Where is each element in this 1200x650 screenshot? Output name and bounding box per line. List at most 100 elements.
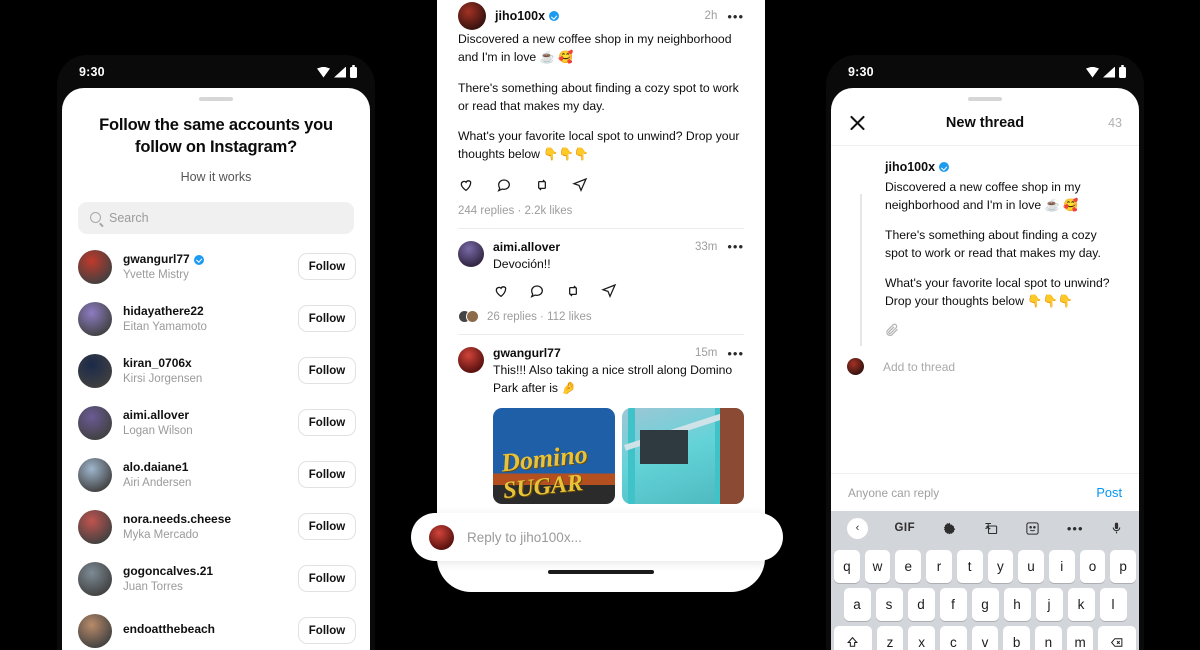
follow-button[interactable]: Follow	[298, 409, 356, 437]
reply-image-gallery[interactable]: Domino SUGAR	[458, 407, 744, 504]
key-g[interactable]: g	[971, 588, 999, 621]
key-y[interactable]: y	[987, 550, 1014, 583]
key-f[interactable]: f	[939, 588, 967, 621]
account-username-label: endoatthebeach	[123, 622, 216, 637]
gallery-thumb[interactable]: Domino SUGAR	[493, 407, 615, 504]
account-row[interactable]: aimi.allover Logan Wilson Follow	[62, 397, 370, 449]
sheet-grabber[interactable]	[199, 97, 233, 101]
follow-button[interactable]: Follow	[298, 565, 356, 593]
key-o[interactable]: o	[1079, 550, 1106, 583]
avatar[interactable]	[78, 405, 112, 440]
paperclip-icon[interactable]	[885, 322, 900, 337]
like-icon[interactable]	[493, 283, 510, 300]
follow-button[interactable]: Follow	[298, 617, 356, 645]
reply-menu-icon[interactable]: •••	[727, 347, 744, 360]
reply-icon[interactable]	[529, 283, 546, 300]
how-it-works-link[interactable]: How it works	[62, 170, 370, 184]
account-row[interactable]: alo.daiane1 Airi Andersen Follow	[62, 449, 370, 501]
key-i[interactable]: i	[1048, 550, 1075, 583]
search-input[interactable]: Search	[78, 201, 354, 234]
account-row[interactable]: kiran_0706x Kirsi Jorgensen Follow	[62, 345, 370, 397]
post-button[interactable]: Post	[1096, 485, 1122, 500]
key-n[interactable]: n	[1035, 626, 1062, 650]
reply-composer-bar[interactable]: Reply to jiho100x...	[411, 513, 783, 561]
key-p[interactable]: p	[1110, 550, 1137, 583]
key-e[interactable]: e	[895, 550, 922, 583]
follow-button[interactable]: Follow	[298, 461, 356, 489]
back-chevron-icon[interactable]: ‹	[847, 517, 868, 539]
key-v[interactable]: v	[971, 626, 999, 650]
microphone-icon[interactable]	[1110, 520, 1123, 536]
post-username[interactable]: jiho100x	[495, 9, 560, 23]
key-l[interactable]: l	[1099, 588, 1127, 621]
avatar	[847, 358, 864, 376]
avatar[interactable]	[78, 249, 112, 284]
avatar[interactable]	[458, 2, 486, 30]
close-icon[interactable]	[848, 113, 867, 132]
account-fullname: Yvette Mistry	[123, 269, 189, 282]
repost-icon[interactable]	[565, 283, 582, 300]
reply-stats[interactable]: 26 replies · 112 likes	[487, 311, 592, 323]
reply-username[interactable]: aimi.allover	[493, 240, 560, 254]
reply-menu-icon[interactable]: •••	[727, 240, 744, 253]
gear-icon[interactable]	[942, 521, 957, 536]
account-row[interactable]: hidayathere22 Eitan Yamamoto Follow	[62, 293, 370, 345]
avatar[interactable]	[78, 353, 112, 388]
post-timestamp: 2h	[704, 10, 718, 22]
follow-button[interactable]: Follow	[298, 305, 356, 333]
wifi-icon	[317, 66, 330, 78]
avatar[interactable]	[458, 240, 484, 267]
reply-icon[interactable]	[496, 177, 513, 194]
follow-button[interactable]: Follow	[298, 357, 356, 385]
key-h[interactable]: h	[1003, 588, 1031, 621]
account-fullname: Myka Mercado	[123, 529, 199, 542]
key-z[interactable]: z	[876, 626, 904, 650]
key-j[interactable]: j	[1035, 588, 1063, 621]
add-to-thread-row[interactable]: Add to thread	[847, 358, 1123, 376]
key-m[interactable]: m	[1066, 626, 1094, 650]
key-a[interactable]: a	[843, 588, 871, 621]
share-icon[interactable]	[572, 177, 589, 194]
more-icon[interactable]: •••	[1067, 522, 1084, 535]
key-d[interactable]: d	[907, 588, 935, 621]
translate-icon[interactable]	[983, 521, 999, 536]
key-k[interactable]: k	[1067, 588, 1095, 621]
repost-icon[interactable]	[534, 177, 551, 194]
key-t[interactable]: t	[956, 550, 983, 583]
account-row[interactable]: nora.needs.cheese Myka Mercado Follow	[62, 501, 370, 553]
composer-text[interactable]: Discovered a new coffee shop in my neigh…	[885, 178, 1123, 310]
follow-button[interactable]: Follow	[298, 253, 356, 281]
share-icon[interactable]	[601, 283, 618, 300]
key-x[interactable]: x	[908, 626, 935, 650]
avatar[interactable]	[78, 301, 112, 336]
post-menu-icon[interactable]: •••	[727, 10, 744, 23]
page-title: Follow the same accounts you follow on I…	[99, 116, 333, 156]
account-row[interactable]: gwangurl77 Yvette Mistry Follow	[62, 241, 370, 293]
post-stats[interactable]: 244 replies · 2.2k likes	[458, 205, 744, 217]
key-w[interactable]: w	[864, 550, 891, 583]
backspace-icon[interactable]	[1098, 626, 1136, 650]
avatar[interactable]	[78, 509, 112, 544]
key-s[interactable]: s	[875, 588, 903, 621]
key-c[interactable]: c	[939, 626, 967, 650]
follow-button[interactable]: Follow	[298, 513, 356, 541]
sticker-icon[interactable]	[1025, 521, 1040, 536]
reply-username[interactable]: gwangurl77	[493, 346, 561, 360]
audience-selector[interactable]: Anyone can reply	[848, 486, 939, 500]
like-icon[interactable]	[458, 177, 475, 194]
key-b[interactable]: b	[1003, 626, 1031, 650]
account-row[interactable]: gogoncalves.21 Juan Torres Follow	[62, 553, 370, 605]
avatar[interactable]	[78, 457, 112, 492]
key-q[interactable]: q	[833, 550, 860, 583]
shift-icon[interactable]	[834, 626, 872, 650]
gallery-thumb[interactable]	[622, 407, 744, 504]
avatar[interactable]	[78, 561, 112, 596]
avatar[interactable]	[458, 347, 484, 374]
account-username-label: alo.daiane1	[123, 460, 189, 475]
avatar[interactable]	[78, 613, 112, 648]
status-bar-left: 9:30	[57, 55, 375, 89]
gif-button[interactable]: GIF	[894, 522, 915, 534]
key-r[interactable]: r	[926, 550, 952, 583]
key-u[interactable]: u	[1018, 550, 1044, 583]
account-row[interactable]: endoatthebeach Follow	[62, 605, 370, 650]
